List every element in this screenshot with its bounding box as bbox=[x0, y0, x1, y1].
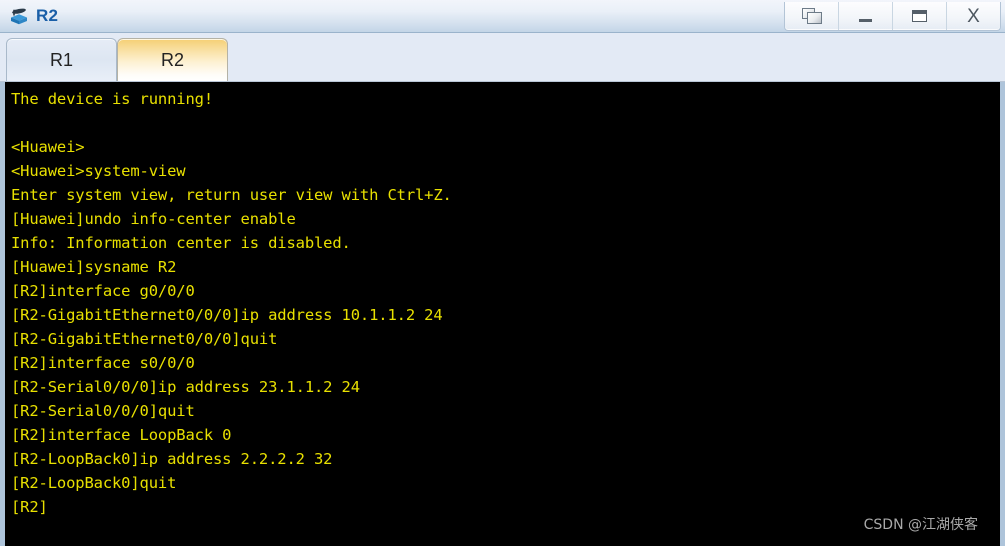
console-line: [R2-Serial0/0/0]quit bbox=[11, 402, 195, 420]
console-line: [R2-Serial0/0/0]ip address 23.1.1.2 24 bbox=[11, 378, 360, 396]
title-bar-left: R2 bbox=[8, 0, 58, 33]
restore-windows-icon bbox=[801, 8, 822, 24]
console-line: Info: Information center is disabled. bbox=[11, 234, 351, 252]
tab-r1-label: R1 bbox=[49, 49, 73, 70]
tab-r2-label: R2 bbox=[160, 49, 184, 70]
maximize-icon bbox=[912, 10, 927, 22]
tab-r2[interactable]: R2 bbox=[117, 38, 228, 81]
console-lines: The device is running! <Huawei> <Huawei>sy… bbox=[11, 87, 996, 546]
console-line: [R2]interface g0/0/0 bbox=[11, 282, 195, 300]
console-line: [Huawei]undo info-center enable bbox=[11, 210, 296, 228]
minimize-icon bbox=[859, 18, 872, 22]
console-line: <Huawei> bbox=[11, 138, 85, 156]
console-line: [R2-GigabitEthernet0/0/0]ip address 10.1… bbox=[11, 306, 443, 324]
console-line: [R2]interface LoopBack 0 bbox=[11, 426, 232, 444]
console-line: [Huawei]sysname R2 bbox=[11, 258, 177, 276]
emulator-window: R2 X R1 R2 The device is running! <Huawe… bbox=[0, 0, 1005, 546]
restore-windows-button[interactable] bbox=[785, 2, 838, 30]
console-line: The device is running! bbox=[11, 90, 213, 108]
console-line: [R2-LoopBack0]quit bbox=[11, 474, 177, 492]
console-line: [R2-LoopBack0]ip address 2.2.2.2 32 bbox=[11, 450, 333, 468]
close-button[interactable]: X bbox=[946, 2, 1000, 30]
console-output[interactable]: The device is running! <Huawei> <Huawei>sy… bbox=[0, 82, 1005, 546]
tab-r1[interactable]: R1 bbox=[6, 38, 117, 81]
console-line: [R2-GigabitEthernet0/0/0]quit bbox=[11, 330, 278, 348]
maximize-button[interactable] bbox=[892, 2, 946, 30]
close-icon: X bbox=[967, 5, 980, 27]
window-controls: X bbox=[784, 2, 1001, 31]
console-line: Enter system view, return user view with… bbox=[11, 186, 452, 204]
tab-bar: R1 R2 bbox=[0, 33, 1005, 82]
console-line: <Huawei>system-view bbox=[11, 162, 186, 180]
window-title: R2 bbox=[36, 6, 59, 25]
title-bar: R2 X bbox=[0, 0, 1005, 33]
console-line: [R2]interface s0/0/0 bbox=[11, 354, 195, 372]
minimize-button[interactable] bbox=[838, 2, 892, 30]
console-line: [R2] bbox=[11, 498, 48, 516]
watermark: CSDN @江湖侠客 bbox=[863, 517, 978, 533]
router-device-icon bbox=[8, 6, 30, 28]
